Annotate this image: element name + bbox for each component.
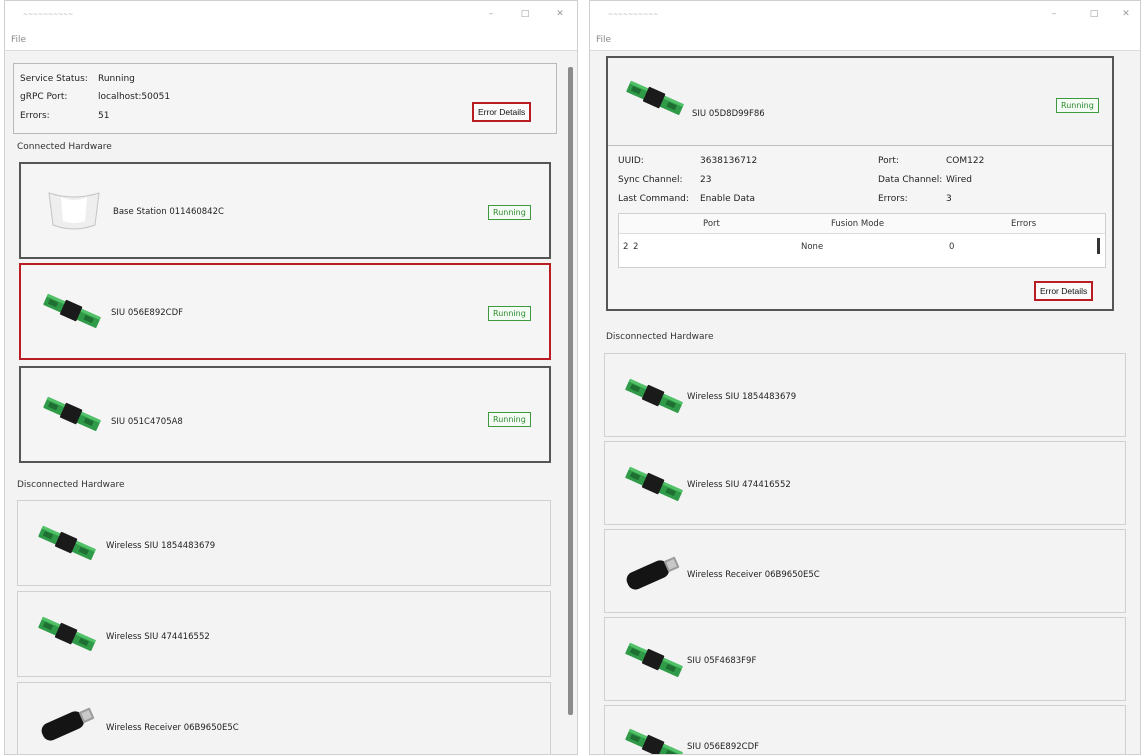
uuid-label: UUID: bbox=[618, 156, 644, 166]
device-card[interactable]: Wireless SIU 474416552 bbox=[604, 441, 1126, 525]
sync-channel-value: 23 bbox=[700, 175, 712, 185]
device-name: Wireless SIU 474416552 bbox=[106, 632, 210, 642]
device-name: Wireless Receiver 06B9650E5C bbox=[687, 570, 820, 580]
status-badge: Running bbox=[488, 306, 531, 321]
errors-label: Errors: bbox=[20, 111, 50, 121]
device-card[interactable]: SIU 051C4705A8 Running bbox=[19, 366, 551, 463]
data-channel-label: Data Channel: bbox=[878, 175, 943, 185]
close-icon[interactable]: ✕ bbox=[1116, 7, 1136, 21]
errors-value: 51 bbox=[98, 111, 110, 121]
device-card[interactable]: Wireless Receiver 06B9650E5C bbox=[604, 529, 1126, 613]
disconnected-hardware-title: Disconnected Hardware bbox=[606, 332, 714, 342]
device-name: Wireless SIU 1854483679 bbox=[106, 541, 216, 551]
last-command-label: Last Command: bbox=[618, 194, 689, 204]
service-status-label: Service Status: bbox=[20, 74, 88, 84]
device-name: Wireless Receiver 06B9650E5C bbox=[106, 723, 239, 733]
error-details-button[interactable]: Error Details bbox=[1034, 281, 1094, 301]
siu-sensor-icon bbox=[41, 293, 103, 329]
column-header-errors: Errors bbox=[1011, 219, 1037, 229]
wireless-receiver-icon bbox=[621, 552, 683, 592]
table-header: Port Fusion Mode Errors bbox=[619, 214, 1105, 234]
wireless-siu-icon bbox=[36, 616, 98, 652]
data-channel-value: Wired bbox=[946, 175, 972, 185]
device-name: SIU 051C4705A8 bbox=[111, 417, 183, 427]
column-header-port: Port bbox=[703, 219, 720, 229]
device-card[interactable]: SIU 056E892CDF Running bbox=[19, 263, 551, 360]
wireless-siu-icon bbox=[623, 466, 685, 502]
last-command-value: Enable Data bbox=[700, 194, 756, 204]
wireless-siu-icon bbox=[36, 525, 98, 561]
service-status-value: Running bbox=[98, 74, 135, 84]
scrollbar[interactable] bbox=[568, 67, 573, 715]
error-details-button[interactable]: Error Details bbox=[472, 102, 532, 122]
device-detail-card[interactable]: SIU 05D8D99F86 Running UUID: 3638136712 … bbox=[606, 56, 1114, 311]
menu-file[interactable]: File bbox=[596, 35, 611, 45]
minimize-icon[interactable]: – bbox=[481, 7, 501, 21]
device-name: SIU 056E892CDF bbox=[687, 742, 760, 752]
minimize-icon[interactable]: – bbox=[1044, 7, 1064, 21]
maximize-icon[interactable]: □ bbox=[1084, 7, 1104, 21]
window-title: ~~~~~~~~~~ bbox=[23, 11, 74, 18]
sync-channel-label: Sync Channel: bbox=[618, 175, 683, 185]
menu-bar: File bbox=[590, 31, 1140, 51]
left-window: ~~~~~~~~~~ – □ ✕ File Service Status: Ru… bbox=[4, 0, 578, 755]
siu-sensor-icon bbox=[623, 642, 685, 678]
siu-sensor-icon bbox=[624, 80, 686, 116]
menu-file[interactable]: File bbox=[11, 35, 26, 45]
menu-bar: File bbox=[5, 31, 577, 51]
row-fusion-mode: None bbox=[801, 242, 824, 252]
title-bar: ~~~~~~~~~~ – □ ✕ bbox=[590, 1, 1140, 31]
wireless-receiver-icon bbox=[36, 703, 98, 743]
wireless-siu-icon bbox=[623, 378, 685, 414]
device-card[interactable]: Wireless SIU 474416552 bbox=[17, 591, 551, 677]
right-window: ~~~~~~~~~~ – □ ✕ File SIU 05D8D99F86 Run… bbox=[589, 0, 1141, 755]
disconnected-hardware-title: Disconnected Hardware bbox=[17, 480, 125, 490]
device-card[interactable]: Base Station 011460842C Running bbox=[19, 162, 551, 259]
row-port: 2 bbox=[633, 242, 639, 252]
device-card[interactable]: Wireless Receiver 06B9650E5C bbox=[17, 682, 551, 754]
errors-value: 3 bbox=[946, 194, 952, 204]
row-errors: 0 bbox=[949, 242, 955, 252]
status-badge: Running bbox=[488, 205, 531, 220]
column-header-fusion-mode: Fusion Mode bbox=[831, 219, 885, 229]
status-badge: Running bbox=[1056, 98, 1099, 113]
device-name: SIU 056E892CDF bbox=[111, 308, 184, 318]
device-card[interactable]: Wireless SIU 1854483679 bbox=[17, 500, 551, 586]
uuid-value: 3638136712 bbox=[700, 156, 758, 166]
device-card[interactable]: SIU 05F4683F9F bbox=[604, 617, 1126, 701]
row-index: 2 bbox=[623, 242, 629, 252]
device-name: SIU 05D8D99F86 bbox=[692, 109, 765, 119]
device-header[interactable]: SIU 05D8D99F86 Running bbox=[608, 58, 1112, 146]
device-name: Base Station 011460842C bbox=[113, 207, 224, 217]
maximize-icon[interactable]: □ bbox=[515, 7, 535, 21]
base-station-icon bbox=[43, 187, 105, 233]
siu-sensor-icon bbox=[41, 396, 103, 432]
device-card[interactable]: Wireless SIU 1854483679 bbox=[604, 353, 1126, 437]
grpc-port-label: gRPC Port: bbox=[20, 92, 68, 102]
sensor-port-table: Port Fusion Mode Errors 2 2 None 0 bbox=[618, 213, 1106, 268]
device-name: Wireless SIU 474416552 bbox=[687, 480, 791, 490]
close-icon[interactable]: ✕ bbox=[550, 7, 570, 21]
table-scrollbar[interactable] bbox=[1097, 238, 1100, 254]
port-value: COM122 bbox=[946, 156, 985, 166]
grpc-port-value: localhost:50051 bbox=[98, 92, 171, 102]
table-row[interactable]: 2 2 None 0 bbox=[619, 235, 1105, 257]
service-status-panel: Service Status: Running gRPC Port: local… bbox=[13, 63, 557, 134]
connected-hardware-title: Connected Hardware bbox=[17, 142, 112, 152]
siu-sensor-icon bbox=[623, 728, 685, 755]
errors-label: Errors: bbox=[878, 194, 908, 204]
device-card[interactable]: SIU 056E892CDF bbox=[604, 705, 1126, 755]
status-badge: Running bbox=[488, 412, 531, 427]
window-title: ~~~~~~~~~~ bbox=[608, 11, 659, 18]
port-label: Port: bbox=[878, 156, 899, 166]
title-bar: ~~~~~~~~~~ – □ ✕ bbox=[5, 1, 577, 31]
device-name: Wireless SIU 1854483679 bbox=[687, 392, 797, 402]
device-name: SIU 05F4683F9F bbox=[687, 656, 757, 666]
